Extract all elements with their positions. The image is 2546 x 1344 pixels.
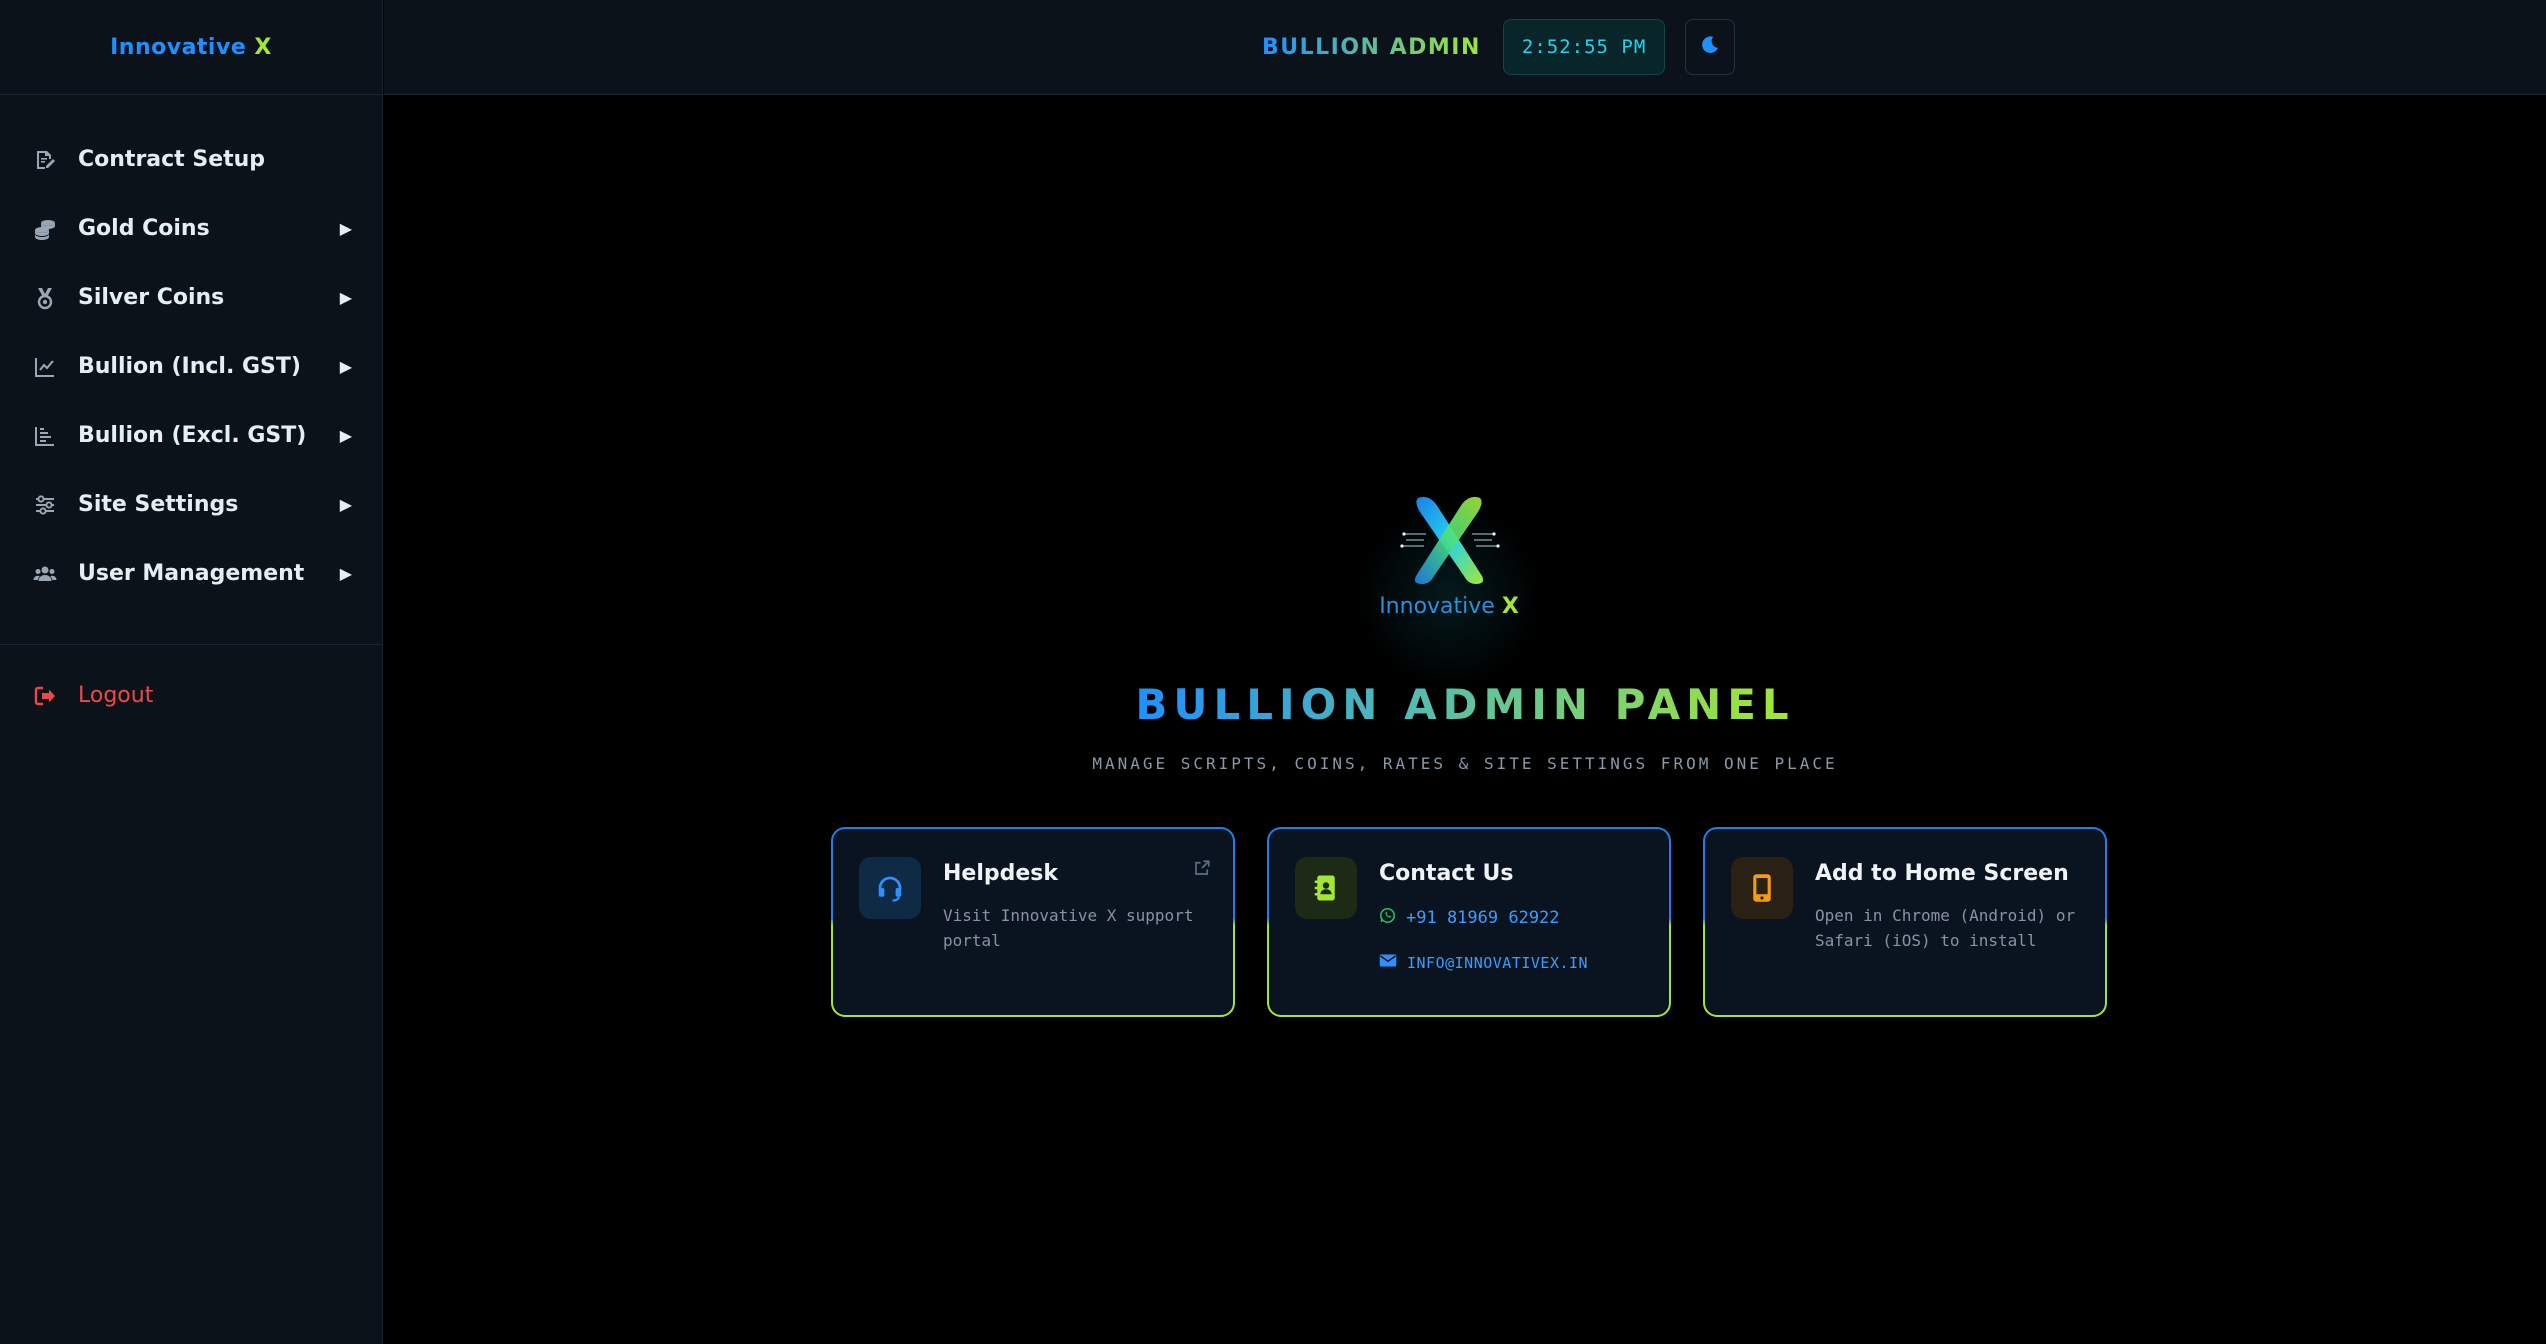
logo-word-part-1: Innovative (1379, 594, 1495, 619)
contact-email-link[interactable]: INFO@INNOVATIVEX.IN (1379, 953, 1588, 972)
helpdesk-description: Visit Innovative X support portal (943, 906, 1194, 950)
mobile-icon (1731, 857, 1793, 919)
file-signature-icon (32, 147, 58, 173)
bar-chart-icon (32, 423, 58, 449)
address-book-icon (1295, 857, 1357, 919)
info-cards: Helpdesk Visit Innovative X support port… (831, 827, 2107, 1017)
sliders-icon (32, 492, 58, 518)
page-title-text: BULLION ADMIN PANEL (1135, 680, 1795, 729)
submenu-arrow-icon: ▶ (339, 219, 352, 238)
main-content: Innovative X BULLION ADMIN PANEL MANAGE … (384, 96, 2546, 1344)
sidebar-item-user-management[interactable]: User Management ▶ (0, 539, 382, 608)
sidebar-divider (0, 644, 382, 645)
sidebar-item-label: Bullion (Incl. GST) (78, 354, 301, 379)
sidebar-item-contract-setup[interactable]: Contract Setup (0, 125, 382, 194)
contact-phone-text: +91 81969 62922 (1406, 908, 1560, 928)
sidebar: Innovative X Contract Setup Gold Coins ▶… (0, 0, 383, 1344)
sidebar-item-silver-coins[interactable]: Silver Coins ▶ (0, 263, 382, 332)
moon-icon (1699, 34, 1721, 60)
topbar: BULLION ADMIN 2:52:55 PM (384, 0, 2546, 95)
helpdesk-card[interactable]: Helpdesk Visit Innovative X support port… (831, 827, 1235, 1017)
add-to-home-card-body: Add to Home Screen Open in Chrome (Andro… (1705, 829, 2105, 1015)
contact-email-text: INFO@INNOVATIVEX.IN (1407, 953, 1589, 972)
sidebar-item-bullion-excl-gst[interactable]: Bullion (Excl. GST) ▶ (0, 401, 382, 470)
contact-card: Contact Us +91 81969 62922 INFO@INNOVATI… (1267, 827, 1671, 1017)
submenu-arrow-icon: ▶ (339, 357, 352, 376)
logout-label: Logout (78, 683, 154, 708)
add-to-home-title: Add to Home Screen (1815, 861, 2069, 886)
brand-name-part-2: X (254, 34, 272, 60)
sidebar-item-label: Site Settings (78, 492, 239, 517)
contact-card-body: Contact Us +91 81969 62922 INFO@INNOVATI… (1269, 829, 1669, 1015)
sidebar-item-label: Bullion (Excl. GST) (78, 423, 307, 448)
sidebar-item-site-settings[interactable]: Site Settings ▶ (0, 470, 382, 539)
submenu-arrow-icon: ▶ (339, 495, 352, 514)
sidebar-item-gold-coins[interactable]: Gold Coins ▶ (0, 194, 382, 263)
helpdesk-card-body: Helpdesk Visit Innovative X support port… (833, 829, 1233, 1015)
sidebar-item-label: Contract Setup (78, 147, 266, 172)
logo-wordmark: Innovative X (1349, 594, 1549, 619)
coins-icon (32, 216, 58, 242)
sidebar-item-bullion-incl-gst[interactable]: Bullion (Incl. GST) ▶ (0, 332, 382, 401)
theme-toggle-button[interactable] (1685, 19, 1736, 75)
line-chart-icon (32, 354, 58, 380)
add-to-home-card[interactable]: Add to Home Screen Open in Chrome (Andro… (1703, 827, 2107, 1017)
submenu-arrow-icon: ▶ (339, 288, 352, 307)
contact-phone-link[interactable]: +91 81969 62922 (1379, 907, 1560, 929)
logo-word-part-2: X (1501, 594, 1519, 619)
submenu-arrow-icon: ▶ (339, 564, 352, 583)
topbar-title: BULLION ADMIN (1262, 34, 1481, 60)
sidebar-brand[interactable]: Innovative X (0, 0, 382, 95)
submenu-arrow-icon: ▶ (339, 426, 352, 445)
medal-icon (32, 285, 58, 311)
contact-title: Contact Us (1379, 861, 1514, 886)
users-icon (32, 561, 58, 587)
helpdesk-title: Helpdesk (943, 861, 1059, 886)
sidebar-item-label: Gold Coins (78, 216, 210, 241)
add-to-home-description: Open in Chrome (Android) or Safari (iOS)… (1815, 906, 2076, 950)
clock-display: 2:52:55 PM (1502, 19, 1666, 75)
x-logo-icon (1400, 496, 1500, 584)
envelope-icon (1379, 953, 1407, 972)
topbar-center: BULLION ADMIN 2:52:55 PM (1262, 19, 1736, 75)
logout-button[interactable]: Logout (0, 661, 382, 730)
page-subtitle: MANAGE SCRIPTS, COINS, RATES & SITE SETT… (1092, 754, 1838, 773)
sidebar-item-label: Silver Coins (78, 285, 225, 310)
logout-icon (32, 683, 58, 709)
page-title: BULLION ADMIN PANEL (384, 680, 2546, 729)
whatsapp-icon (1379, 907, 1406, 929)
sidebar-nav: Contract Setup Gold Coins ▶ Silver Coins… (0, 95, 382, 730)
brand-name-part-1: Innovative (110, 34, 247, 60)
headset-icon (859, 857, 921, 919)
external-link-icon[interactable] (1193, 859, 1211, 881)
sidebar-item-label: User Management (78, 561, 305, 586)
